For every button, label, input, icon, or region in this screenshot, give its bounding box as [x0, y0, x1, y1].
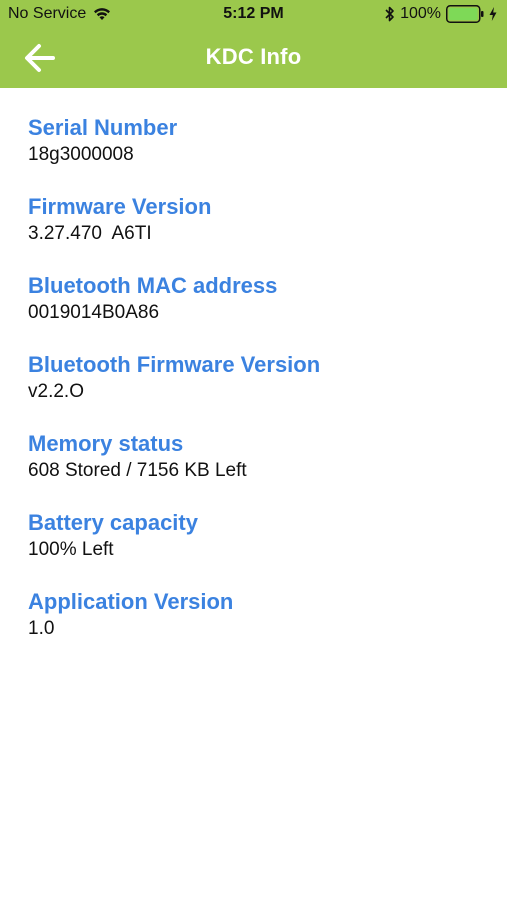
info-label: Firmware Version [28, 194, 212, 219]
nav-bar: KDC Info [0, 30, 507, 88]
info-label: Bluetooth MAC address [28, 273, 278, 298]
info-item-bluetooth-mac: Bluetooth MAC address 0019014B0A86 [28, 272, 487, 351]
info-item-firmware-version: Firmware Version 3.27.470 A6TI [28, 193, 487, 272]
info-item-application-version: Application Version 1.0 [28, 588, 487, 667]
screen: No Service 5:12 PM 100% KDC Info Serial … [0, 0, 507, 900]
info-value: 1.0 [28, 618, 55, 639]
charging-icon [489, 7, 497, 21]
battery-percent: 100% [400, 5, 441, 22]
info-label: Application Version [28, 589, 234, 614]
header: No Service 5:12 PM 100% KDC Info [0, 0, 507, 88]
bluetooth-icon [385, 6, 395, 22]
info-label: Serial Number [28, 115, 178, 140]
info-item-bluetooth-firmware: Bluetooth Firmware Version v2.2.O [28, 351, 487, 430]
info-label: Bluetooth Firmware Version [28, 352, 321, 377]
info-value: 608 Stored / 7156 KB Left [28, 460, 247, 481]
info-label: Battery capacity [28, 510, 198, 535]
info-value: 18g3000008 [28, 144, 134, 165]
info-value: v2.2.O [28, 381, 84, 402]
info-item-serial-number: Serial Number 18g3000008 [28, 114, 487, 193]
status-bar: No Service 5:12 PM 100% [0, 0, 507, 30]
battery-icon [446, 5, 484, 23]
info-item-battery-capacity: Battery capacity 100% Left [28, 509, 487, 588]
info-value: 0019014B0A86 [28, 302, 160, 323]
info-list: Serial Number 18g3000008 Firmware Versio… [28, 114, 487, 667]
info-item-memory-status: Memory status 608 Stored / 7156 KB Left [28, 430, 487, 509]
page-title: KDC Info [205, 44, 302, 69]
info-value: 100% Left [28, 539, 114, 560]
info-value: 3.27.470 A6TI [28, 223, 152, 244]
info-label: Memory status [28, 431, 184, 456]
status-right: 100% [385, 5, 497, 23]
